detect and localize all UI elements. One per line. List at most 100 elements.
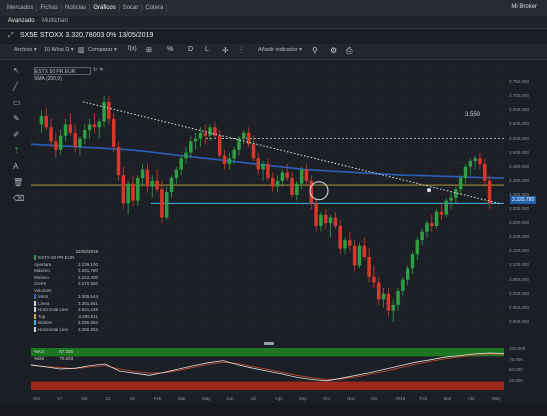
sub-tabs: Avanzado Multichart (0, 16, 547, 29)
series-swatch (34, 294, 36, 300)
y-tick: 3.200,000 (509, 234, 530, 240)
last-price-tag: 3.320,780 (510, 196, 537, 204)
nav-mercados[interactable]: Mercados (4, 4, 38, 12)
trend-arrow-icon[interactable]: ⇡ (13, 146, 20, 155)
l-scale-button[interactable]: L (205, 46, 209, 53)
candle-body (377, 282, 381, 300)
candle-body (164, 192, 169, 218)
candle-body (174, 169, 179, 179)
zoom-icon[interactable]: ⚲ (312, 46, 318, 55)
close-icon[interactable]: ✕ (99, 66, 103, 75)
percent-icon[interactable]: % (167, 46, 173, 53)
candle-body (415, 240, 420, 255)
comparar-menu[interactable]: Comparar ▾ (88, 47, 117, 53)
candle-body (169, 178, 174, 193)
nav-graficos[interactable]: Gráficos (90, 4, 120, 12)
y-tick: 3.050,000 (509, 276, 530, 282)
x-tick: Feb (419, 396, 428, 401)
oscillator-y-tick: 25,000 (509, 377, 523, 383)
series-swatch (34, 320, 36, 326)
nav-socar[interactable]: Socar (120, 4, 143, 12)
chart-legend: ESTX 50 PR.EUR ↻ ✕ SMA (200,0) (34, 66, 103, 84)
candle-body (203, 132, 207, 136)
refresh-icon[interactable]: ↻ (93, 66, 97, 75)
brand-label[interactable]: Mi Broker (511, 4, 537, 10)
k-value: 87.335 (59, 349, 74, 354)
x-tick: Oct (33, 396, 41, 401)
candle-body (150, 180, 154, 187)
rectangle-icon[interactable]: ▭ (13, 98, 21, 107)
candle-body (54, 141, 58, 150)
tab-avanzado[interactable]: Avanzado (8, 18, 35, 24)
print-icon[interactable]: ⎙ (346, 46, 352, 56)
y-tick: 3.600,000 (509, 121, 530, 127)
candle-body (357, 245, 362, 266)
expand-icon[interactable]: ⤢ (8, 32, 14, 40)
candle-body (275, 180, 280, 187)
candle-body (145, 169, 150, 187)
legend-sma[interactable]: SMA (200,0) (34, 75, 103, 84)
candle-body (439, 211, 444, 215)
brush-icon[interactable]: ✐ (13, 130, 20, 139)
oscillator-y-tick: 50,000 (509, 367, 523, 372)
series-swatch (34, 255, 36, 261)
tab-multichart[interactable]: Multichart (42, 18, 68, 24)
nav-noticias[interactable]: Noticias (62, 4, 91, 12)
data-window-date: 22/02/2019 (75, 249, 98, 254)
oscillator-y-tick: 75,000 (509, 356, 523, 362)
pointer-icon[interactable]: ↖ (13, 66, 20, 75)
overbought-band (31, 348, 504, 357)
legend-instrument[interactable]: ESTX 50 PR.EUR (34, 66, 91, 75)
period-select[interactable]: 10 Años D ▾ (44, 47, 74, 53)
candle-body (92, 124, 97, 128)
indicator-icon[interactable]: f(x) (128, 46, 137, 52)
candle-body (198, 132, 203, 139)
candle-body (270, 178, 275, 187)
oversold-band (31, 381, 504, 390)
chart-title-bar: ⤢ SX5E STOXX 3.320,78003 0% 13/05/2019 (0, 29, 547, 43)
candle-body (372, 276, 376, 283)
archivo-menu[interactable]: Archivo ▾ (14, 47, 37, 53)
stochastic-panel[interactable] (30, 345, 505, 393)
candle-body (58, 135, 63, 150)
pen-icon[interactable]: ✎ (13, 114, 20, 123)
delete-icon[interactable]: 🗑 (13, 178, 23, 187)
y-tick: 3.150,000 (509, 248, 530, 254)
candle-body (251, 144, 256, 159)
candle-body (468, 161, 473, 167)
line-tool-icon[interactable]: ╱ (13, 82, 18, 91)
candle-body (290, 178, 294, 195)
layout-icon[interactable]: ⊞ (146, 46, 152, 54)
candle-body (463, 166, 468, 179)
d-scale-button[interactable]: D (188, 46, 193, 53)
settings-icon[interactable]: ⚙ (330, 46, 337, 55)
price-chart[interactable] (31, 62, 504, 342)
candle-body (222, 155, 227, 164)
candle-type-icon[interactable]: ▥ (78, 46, 85, 54)
crosshair-icon[interactable]: ✛ (222, 46, 229, 55)
candle-body (44, 115, 48, 128)
drawing-tools: ↖ ╱ ▭ ✎ ✐ ⇡ A 🗑 ⌫ (9, 62, 27, 392)
anadir-indicador-menu[interactable]: Añadir indicador ▾ (258, 47, 302, 53)
eraser-icon[interactable]: ⌫ (13, 194, 24, 203)
candle-body (232, 149, 236, 159)
y-tick: 3.700,000 (509, 93, 530, 99)
candle-body (401, 279, 405, 291)
y-tick: 2.950,000 (509, 304, 530, 310)
y-tick: 3.550,000 (509, 135, 530, 141)
candle-body (444, 200, 448, 215)
nav-fichas[interactable]: Fichas (37, 4, 63, 12)
candle-body (39, 115, 44, 125)
y-tick: 3.300,000 (509, 206, 530, 212)
text-tool-icon[interactable]: A (13, 162, 18, 171)
candle-body (348, 240, 352, 246)
candle-body (396, 290, 400, 305)
candle-body (107, 101, 111, 119)
oscillator-k-line (30, 352, 505, 382)
x-tick: Jul (250, 396, 257, 401)
draw-tools-icon[interactable]: ⫶ (240, 46, 242, 56)
x-tick: Ago (274, 396, 283, 401)
y-tick: 3.400,000 (509, 177, 530, 183)
nav-cotera[interactable]: Cotera (142, 4, 168, 12)
y-tick: 3.450,000 (509, 163, 530, 169)
